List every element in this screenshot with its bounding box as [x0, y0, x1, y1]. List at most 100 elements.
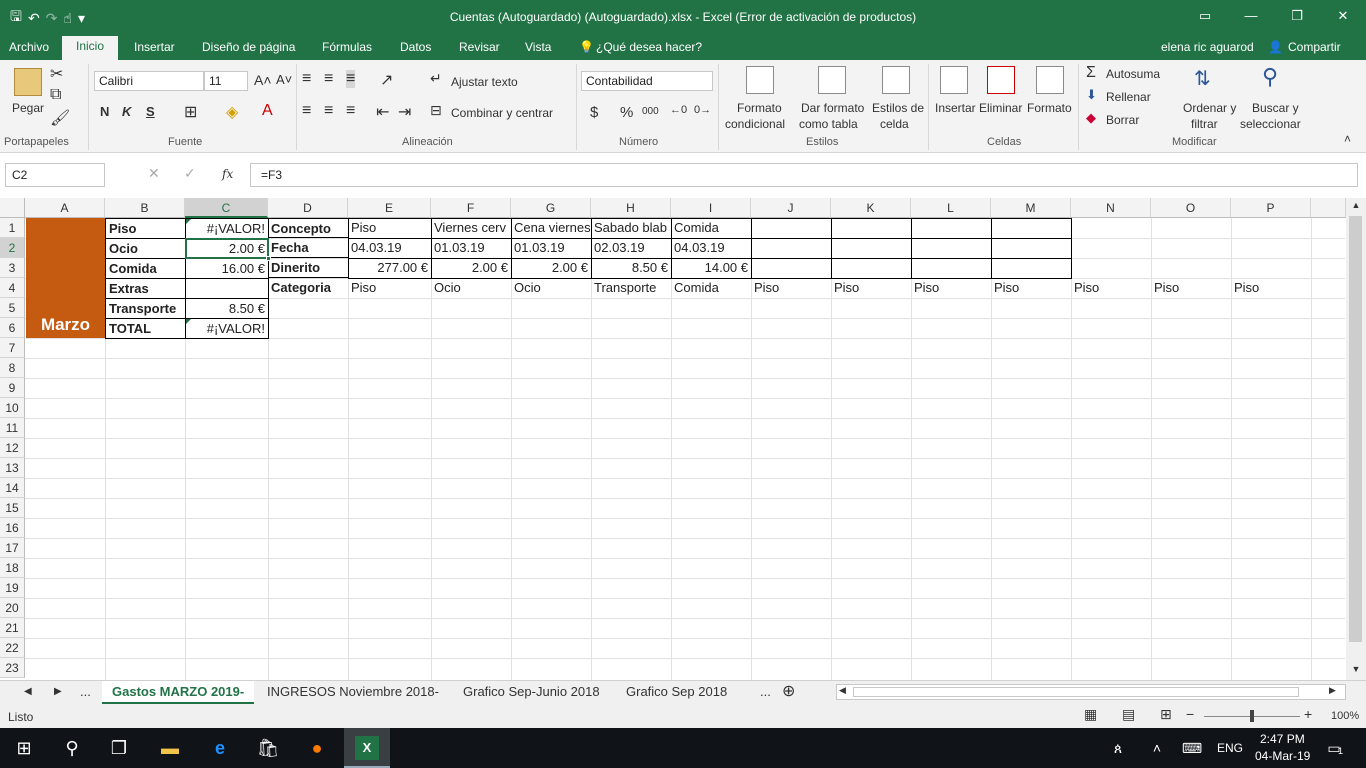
column-header-i[interactable]: I [671, 198, 751, 218]
cell-l4[interactable]: Piso [911, 278, 991, 298]
column-header-n[interactable]: N [1071, 198, 1151, 218]
prev-sheet-icon[interactable]: ◀ [24, 681, 32, 704]
tab-inicio[interactable]: Inicio [62, 36, 119, 60]
row-header[interactable]: 12 [0, 438, 25, 458]
conditional-format-label-2[interactable]: condicional [725, 117, 785, 131]
align-bottom-icon[interactable]: ≡ [346, 70, 356, 88]
row-header[interactable]: 6 [0, 318, 25, 338]
tab-vista[interactable]: Vista [525, 40, 551, 54]
cell-b3[interactable]: Comida [105, 258, 186, 279]
row-header[interactable]: 7 [0, 338, 25, 358]
insert-function-button[interactable]: fx [222, 167, 233, 181]
cell-h1[interactable]: Sabado blab [591, 218, 671, 238]
column-header-m[interactable]: M [991, 198, 1071, 218]
cell-o4[interactable]: Piso [1151, 278, 1231, 298]
tab-datos[interactable]: Datos [400, 40, 431, 54]
merge-center-icon[interactable]: ⊟ [430, 102, 442, 119]
sheet-tab-grafico-sep-junio[interactable]: Grafico Sep-Junio 2018 [463, 681, 600, 704]
cell-c6[interactable]: #¡VALOR! [185, 318, 269, 339]
row-header[interactable]: 14 [0, 478, 25, 498]
merge-center-button[interactable]: Combinar y centrar [451, 106, 553, 120]
column-header-o[interactable]: O [1151, 198, 1231, 218]
tell-me-box[interactable]: ¿Qué desea hacer? [596, 40, 702, 54]
ribbon-display-icon[interactable]: ▭ [1182, 0, 1228, 32]
align-right-icon[interactable]: ≡ [346, 102, 355, 120]
row-header[interactable]: 23 [0, 658, 25, 678]
row-header[interactable]: 13 [0, 458, 25, 478]
row-header[interactable]: 8 [0, 358, 25, 378]
column-header-l[interactable]: L [911, 198, 991, 218]
format-table-label-1[interactable]: Dar formato [801, 101, 864, 115]
formula-input[interactable]: =F3 [250, 163, 1358, 187]
cell-b2[interactable]: Ocio [105, 238, 186, 259]
column-header-a[interactable]: A [25, 198, 105, 218]
row-header[interactable]: 19 [0, 578, 25, 598]
cell-i4[interactable]: Comida [671, 278, 751, 298]
wrap-text-button[interactable]: Ajustar texto [451, 75, 518, 89]
number-format-select[interactable]: Contabilidad [581, 71, 713, 91]
cell-i1[interactable]: Comida [671, 218, 751, 238]
vertical-scrollbar[interactable]: ▲ ▼ [1346, 198, 1366, 680]
align-center-icon[interactable]: ≡ [324, 102, 333, 120]
decrease-indent-icon[interactable]: ⇤ [376, 102, 389, 122]
keyboard-icon[interactable]: ⌨ [1180, 736, 1204, 760]
sort-filter-icon[interactable]: ⇅ [1194, 66, 1211, 91]
format-table-label-2[interactable]: como tabla [799, 117, 858, 131]
clock-date[interactable]: 04-Mar-19 [1255, 749, 1310, 763]
find-select-label-1[interactable]: Buscar y [1252, 101, 1299, 115]
cell-d3[interactable]: Dinerito [268, 258, 348, 278]
conditional-format-label-1[interactable]: Formato [737, 101, 782, 115]
format-table-icon[interactable] [818, 66, 846, 94]
sheet-tab-grafico-sep[interactable]: Grafico Sep 2018 [626, 681, 727, 704]
row-header[interactable]: 21 [0, 618, 25, 638]
page-break-icon[interactable]: ⊞ [1160, 706, 1172, 723]
cell-b5[interactable]: Transporte [105, 298, 186, 319]
column-header-c[interactable]: C [185, 198, 268, 218]
cell-h2[interactable]: 02.03.19 [591, 238, 671, 258]
zoom-level[interactable]: 100% [1331, 710, 1359, 722]
align-top-icon[interactable]: ≡ [302, 70, 311, 88]
row-header[interactable]: 9 [0, 378, 25, 398]
cancel-icon[interactable]: ✕ [148, 165, 160, 182]
cell-g4[interactable]: Ocio [511, 278, 591, 298]
fill-handle[interactable] [266, 256, 271, 261]
collapse-ribbon-icon[interactable]: ˄ [1344, 132, 1351, 146]
borders-icon[interactable]: ⊞ [184, 102, 197, 122]
increase-indent-icon[interactable]: ⇥ [398, 102, 411, 122]
grow-font-icon[interactable]: A˄ [254, 72, 272, 88]
cell-c5[interactable]: 8.50 € [185, 298, 269, 319]
cell-b1[interactable]: Piso [105, 218, 186, 239]
cell-h3[interactable]: 8.50 € [591, 258, 671, 278]
cell-d1[interactable]: Concepto [268, 218, 348, 238]
cell-f3[interactable]: 2.00 € [431, 258, 511, 278]
thousands-button[interactable]: 000 [642, 106, 659, 117]
share-icon[interactable]: 👤 [1268, 40, 1283, 54]
cell-k4[interactable]: Piso [831, 278, 911, 298]
add-sheet-icon[interactable]: ⊕ [782, 681, 795, 704]
paste-button[interactable]: Pegar [12, 101, 44, 115]
sort-filter-label-2[interactable]: filtrar [1191, 117, 1218, 131]
cell-c4[interactable] [185, 278, 269, 299]
cell-i3[interactable]: 14.00 € [671, 258, 751, 278]
row-header[interactable]: 3 [0, 258, 25, 278]
vertical-scroll-thumb[interactable] [1349, 216, 1362, 642]
cell-e3[interactable]: 277.00 € [348, 258, 431, 278]
cell-p4[interactable]: Piso [1231, 278, 1311, 298]
firefox-icon[interactable]: ● [305, 736, 329, 760]
cell-h4[interactable]: Transporte [591, 278, 671, 298]
enter-icon[interactable]: ✓ [184, 165, 196, 182]
horizontal-scroll-thumb[interactable] [853, 687, 1299, 697]
tab-formulas[interactable]: Fórmulas [322, 40, 372, 54]
cell-styles-icon[interactable] [882, 66, 910, 94]
row-header[interactable]: 17 [0, 538, 25, 558]
currency-button[interactable]: $ [590, 104, 598, 121]
format-cells-icon[interactable] [1036, 66, 1064, 94]
horizontal-scrollbar[interactable]: ◀ ▶ [836, 684, 1346, 700]
cell-b6[interactable]: TOTAL [105, 318, 186, 339]
name-box[interactable]: C2 [5, 163, 105, 187]
sheet-tab-ingresos-noviembre[interactable]: INGRESOS Noviembre 2018- [267, 681, 439, 704]
fill-icon[interactable]: ⬇ [1086, 87, 1097, 103]
wrap-text-icon[interactable]: ↵ [430, 70, 442, 87]
cell-d2[interactable]: Fecha [268, 238, 348, 258]
tab-diseno-pagina[interactable]: Diseño de página [202, 40, 295, 54]
